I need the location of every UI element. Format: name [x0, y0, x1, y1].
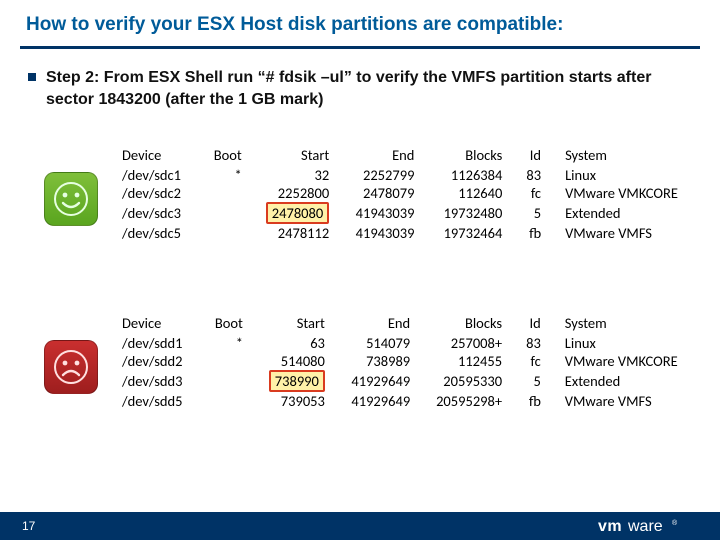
step-text: Step 2: From ESX Shell run “# fdsik –ul”…	[46, 67, 686, 110]
table-row: /dev/sdd57390534192964920595298+fbVMware…	[122, 392, 696, 410]
col-id: Id	[514, 146, 553, 166]
page-title: How to verify your ESX Host disk partiti…	[0, 0, 720, 36]
frown-face-icon	[44, 340, 98, 394]
col-blocks: Blocks	[422, 314, 514, 334]
table-row: /dev/sdc3247808041943039197324805Extende…	[122, 202, 696, 224]
col-device: Device	[122, 314, 203, 334]
col-boot: Boot	[202, 146, 254, 166]
table-row: /dev/sdd373899041929649205953305Extended	[122, 370, 696, 392]
col-start: Start	[254, 146, 341, 166]
fdisk-bad-table: DeviceBootStartEndBlocksIdSystem /dev/sd…	[122, 314, 696, 410]
svg-text:vm: vm	[598, 518, 622, 535]
table-row: /dev/sdc524781124194303919732464fbVMware…	[122, 224, 696, 242]
col-boot: Boot	[203, 314, 255, 334]
vmware-logo: vmware ®	[598, 516, 698, 536]
title-underline	[20, 46, 700, 49]
fdisk-good-table: DeviceBootStartEndBlocksIdSystem /dev/sd…	[122, 146, 696, 242]
col-end: End	[341, 146, 426, 166]
highlight-start-sector: 2478080	[266, 202, 329, 224]
table-row: /dev/sdc1*322252799112638483Linux	[122, 166, 696, 184]
bullet-square-icon	[28, 73, 36, 81]
svg-text:®: ®	[672, 519, 678, 527]
col-device: Device	[122, 146, 202, 166]
highlight-start-sector: 738990	[269, 370, 325, 392]
col-start: Start	[255, 314, 337, 334]
step-bullet: Step 2: From ESX Shell run “# fdsik –ul”…	[28, 67, 720, 110]
table-row: /dev/sdd1*63514079257008+83Linux	[122, 334, 696, 352]
col-end: End	[337, 314, 422, 334]
col-system: System	[553, 314, 696, 334]
svg-text:ware: ware	[627, 518, 663, 535]
col-blocks: Blocks	[426, 146, 514, 166]
col-id: Id	[514, 314, 553, 334]
smile-face-icon	[44, 172, 98, 226]
page-number: 17	[22, 519, 35, 533]
col-system: System	[553, 146, 696, 166]
table-row: /dev/sdd2514080738989112455fcVMware VMKC…	[122, 352, 696, 370]
table-row: /dev/sdc222528002478079112640fcVMware VM…	[122, 184, 696, 202]
